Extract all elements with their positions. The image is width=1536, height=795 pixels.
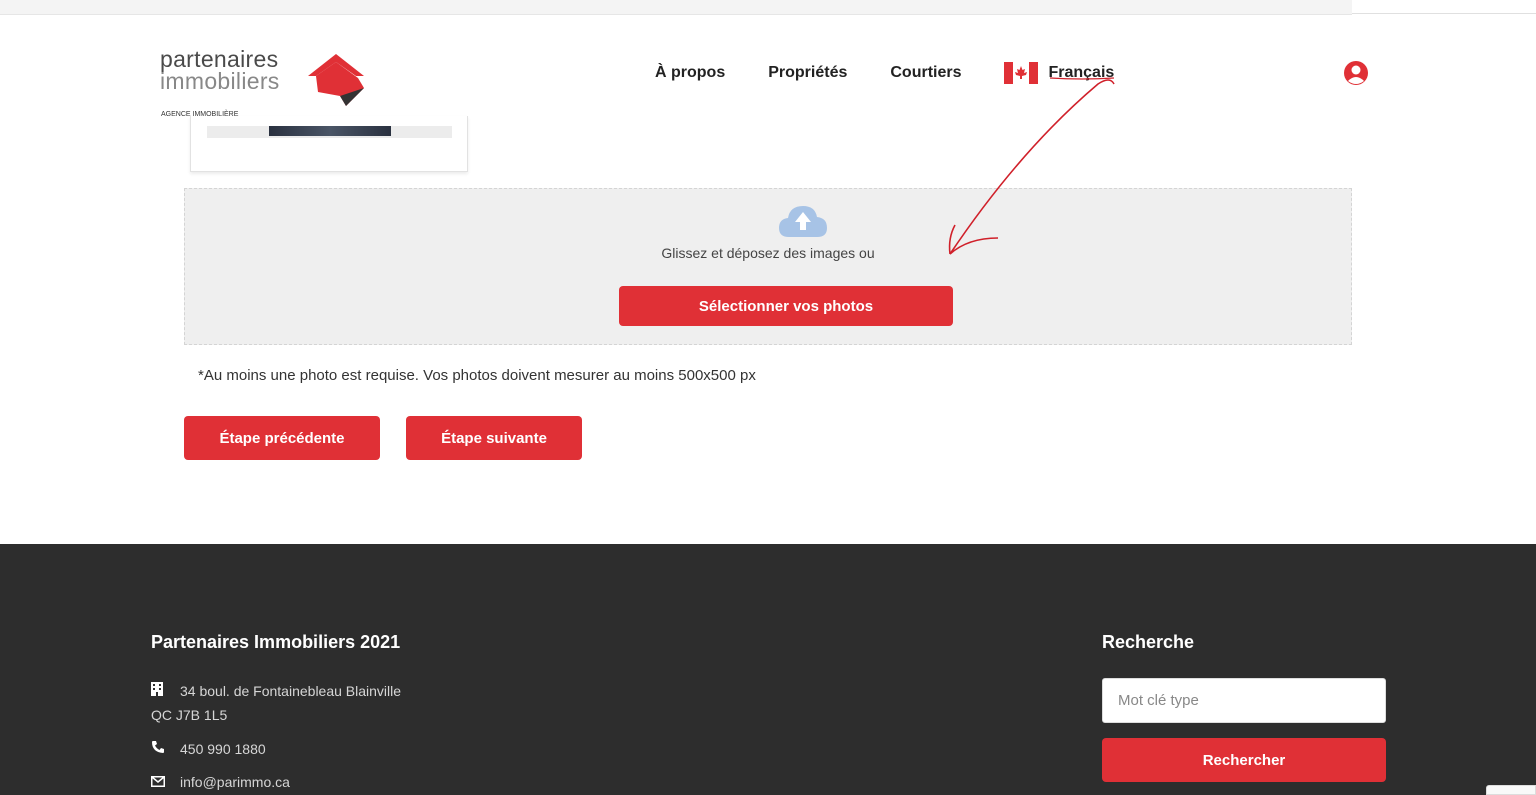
image-dropzone[interactable]: Glissez et déposez des images ou Sélecti… <box>184 188 1352 345</box>
email-address: info@parimmo.ca <box>180 774 290 790</box>
phone-icon <box>151 740 169 757</box>
footer-search-button[interactable]: Rechercher <box>1102 738 1386 782</box>
footer-company-title: Partenaires Immobiliers 2021 <box>151 632 401 652</box>
nav-properties[interactable]: Propriétés <box>768 64 847 82</box>
photo-thumbnail-card[interactable] <box>190 116 468 172</box>
building-icon <box>151 682 169 699</box>
address-line2: QC J7B 1L5 <box>151 707 228 723</box>
canada-flag-icon <box>1004 62 1039 84</box>
select-photos-button[interactable]: Sélectionner vos photos <box>619 286 953 326</box>
language-switch[interactable]: Français <box>1004 62 1114 84</box>
envelope-icon <box>151 774 169 790</box>
nav-about[interactable]: À propos <box>655 64 725 82</box>
footer-search-input[interactable] <box>1102 678 1386 723</box>
photo-requirement-note: *Au moins une photo est requise. Vos pho… <box>198 367 756 384</box>
phone-number: 450 990 1880 <box>180 740 266 757</box>
browser-top-strip <box>0 0 1352 15</box>
user-account-icon[interactable] <box>1343 60 1369 86</box>
footer-phone[interactable]: 450 990 1880 <box>151 740 266 757</box>
site-logo[interactable]: partenaires immobiliers AGENCE IMMOBILIÈ… <box>160 46 370 121</box>
thumbnail-image <box>269 126 391 136</box>
cloud-upload-icon <box>779 206 827 237</box>
recaptcha-badge[interactable] <box>1486 785 1536 795</box>
logo-house-icon <box>308 54 364 106</box>
footer-address: 34 boul. de Fontainebleau Blainville <box>151 682 401 699</box>
site-footer: Partenaires Immobiliers 2021 34 boul. de… <box>0 544 1536 795</box>
top-strip-right <box>1352 0 1536 14</box>
nav-brokers[interactable]: Courtiers <box>890 64 961 82</box>
dropzone-text: Glissez et déposez des images ou <box>661 245 875 261</box>
previous-step-button[interactable]: Étape précédente <box>184 416 380 460</box>
footer-search-title: Recherche <box>1102 632 1195 652</box>
footer-email[interactable]: info@parimmo.ca <box>151 774 290 790</box>
language-label: Français <box>1048 64 1115 81</box>
main-nav: À propos Propriétés Courtiers Français <box>655 62 1114 84</box>
logo-line2: immobiliers <box>160 68 280 94</box>
address-line1: 34 boul. de Fontainebleau Blainville <box>180 682 402 699</box>
next-step-button[interactable]: Étape suivante <box>406 416 582 460</box>
